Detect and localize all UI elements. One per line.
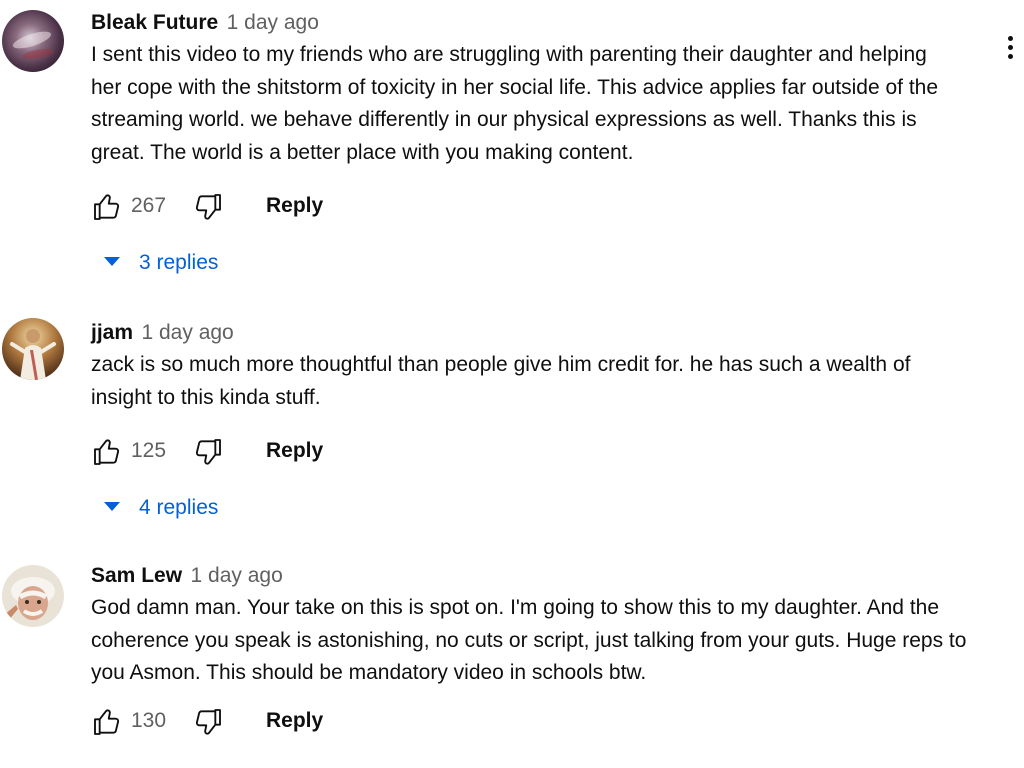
reply-button[interactable]: Reply <box>266 194 323 218</box>
comment-timestamp[interactable]: 1 day ago <box>191 564 283 587</box>
more-vert-icon <box>1007 36 1013 41</box>
comment-body: Sam Lew 1 day ago God damn man. Your tak… <box>91 561 984 743</box>
comment-timestamp[interactable]: 1 day ago <box>227 11 319 34</box>
more-options-button[interactable] <box>998 32 1022 66</box>
thumb-up-icon[interactable] <box>91 705 123 739</box>
caret-down-icon <box>104 501 120 511</box>
avatar[interactable] <box>2 318 64 380</box>
thumb-down-icon[interactable] <box>192 190 224 224</box>
avatar[interactable] <box>2 10 64 72</box>
thumb-down-icon[interactable] <box>192 435 224 469</box>
comment-actions: 130 Reply <box>91 703 984 743</box>
thumb-up-icon[interactable] <box>91 435 123 469</box>
comment-author[interactable]: jjam <box>91 321 133 344</box>
reply-button[interactable]: Reply <box>266 709 323 733</box>
like-count: 267 <box>131 194 167 217</box>
comment-text: God damn man. Your take on this is spot … <box>91 596 967 684</box>
avatar[interactable] <box>2 565 64 627</box>
view-replies-button[interactable]: 3 replies <box>91 245 218 281</box>
thumb-up-icon[interactable] <box>91 190 123 224</box>
comment-text: I sent this video to my friends who are … <box>91 43 939 164</box>
comment-actions: 267 Reply <box>91 188 984 228</box>
view-replies-button[interactable]: 4 replies <box>91 490 218 526</box>
replies-count-label: 4 replies <box>139 496 219 519</box>
comment-header: Sam Lew 1 day ago <box>91 561 984 591</box>
comment-author[interactable]: Bleak Future <box>91 11 218 34</box>
comment-timestamp[interactable]: 1 day ago <box>141 321 233 344</box>
reply-button[interactable]: Reply <box>266 439 323 463</box>
caret-down-icon <box>104 256 120 266</box>
like-count: 125 <box>131 439 167 462</box>
comment-body: jjam 1 day ago zack is so much more thou… <box>91 318 984 473</box>
like-count: 130 <box>131 708 167 732</box>
comment-author[interactable]: Sam Lew <box>91 564 182 587</box>
elderly-man-avatar-icon <box>2 565 64 627</box>
thumb-down-icon[interactable] <box>192 705 224 739</box>
comment-header: Bleak Future 1 day ago <box>91 8 984 38</box>
comment-header: jjam 1 day ago <box>91 318 984 348</box>
comment-text: zack is so much more thoughtful than peo… <box>91 353 911 409</box>
replies-count-label: 3 replies <box>139 251 219 274</box>
robed-figure-avatar-icon <box>2 318 64 380</box>
comment-actions: 125 Reply <box>91 433 984 473</box>
galaxy-avatar-icon <box>2 10 64 72</box>
comment-body: Bleak Future 1 day ago I sent this video… <box>91 8 984 228</box>
